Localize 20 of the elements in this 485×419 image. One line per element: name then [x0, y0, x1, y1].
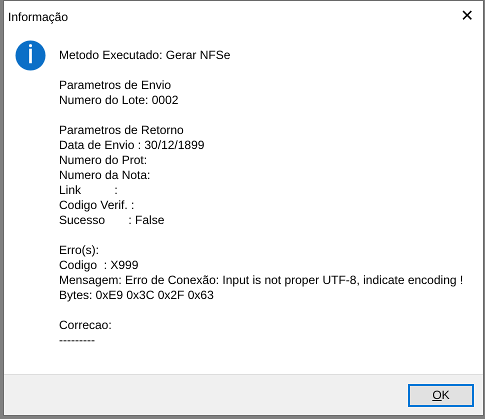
ok-button[interactable]: OK [408, 384, 474, 406]
message-line: Correcao: [59, 318, 113, 333]
window-title: Informação [8, 8, 68, 26]
message-line: Codigo : X999 [59, 258, 140, 273]
message-line: Parametros de Retorno [59, 123, 185, 138]
message-line: Mensagem: Erro de Conexão: Input is not proper UTF-8, indicate encoding ! [59, 273, 464, 288]
message-line: Bytes: 0xE9 0x3C 0x2F 0x63 [59, 288, 215, 303]
message-line: Numero do Lote: 0002 [59, 93, 180, 108]
message-line: Parametros de Envio [59, 78, 172, 93]
message-line: Erro(s): [59, 243, 100, 258]
message-line: Codigo Verif. : [59, 198, 136, 213]
message-line: Metodo Executado: Gerar NFSe [59, 48, 232, 63]
info-icon [15, 40, 46, 71]
message-line: Sucesso : False [59, 213, 166, 228]
close-button[interactable]: ✕ [452, 2, 482, 32]
message-line: Numero da Nota: [59, 168, 152, 183]
message-line: Numero do Prot: [59, 153, 148, 168]
message-line: Data de Envio : 30/12/1899 [59, 138, 206, 153]
message-line: --------- [59, 333, 96, 348]
message-line: Link : [59, 183, 119, 198]
